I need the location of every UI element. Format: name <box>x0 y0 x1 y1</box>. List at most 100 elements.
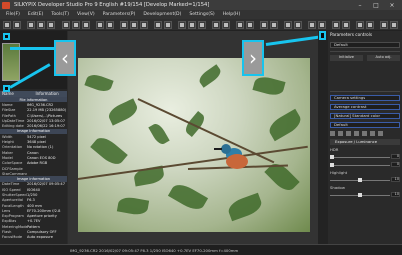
title-bar: SILKYPIX Developer Studio Pro 9 English … <box>0 0 402 10</box>
toolbar-button[interactable] <box>154 21 162 29</box>
next-image-button[interactable]: › <box>242 40 264 76</box>
close-button[interactable]: × <box>384 0 400 10</box>
toolbar-button[interactable] <box>37 21 45 29</box>
info-value: No rotation (1) <box>27 145 54 150</box>
menu-parameters[interactable]: Parameters(P) <box>103 12 136 17</box>
highlight-value[interactable]: 10 <box>391 177 400 182</box>
info-row: ColorSpace Adobe RGB <box>0 161 67 166</box>
hdr-value[interactable]: 0 <box>391 154 400 159</box>
info-value: Compulsory OFF <box>27 230 57 235</box>
shadow-slider[interactable]: 10 <box>330 192 400 198</box>
toolbar-button[interactable] <box>47 21 55 29</box>
menu-view[interactable]: View(V) <box>77 12 95 17</box>
chevron-right-icon: › <box>249 46 257 70</box>
toolbar-button[interactable] <box>342 21 350 29</box>
menu-file[interactable]: File(F) <box>6 12 20 17</box>
sharpness-select[interactable]: Default <box>330 122 400 128</box>
hdr-strength-slider[interactable]: 0 <box>330 162 400 168</box>
camera-settings-select[interactable]: Camera settings <box>330 95 400 101</box>
toolbar-button[interactable] <box>164 21 172 29</box>
toolbar-button[interactable] <box>62 21 70 29</box>
toolbar-button[interactable] <box>96 21 104 29</box>
info-row: Width 5472 pixel <box>0 134 67 139</box>
preset-select[interactable]: Default <box>330 42 400 48</box>
toolbar-button[interactable] <box>294 21 302 29</box>
image-viewer[interactable]: ‹ › <box>54 31 318 244</box>
previous-image-button[interactable]: ‹ <box>54 40 76 76</box>
tool-icon[interactable] <box>362 131 367 136</box>
toolbar-button[interactable] <box>246 21 254 29</box>
highlight-label: Highlight <box>330 170 348 175</box>
minimize-button[interactable]: – <box>352 0 368 10</box>
auto-adjust-button[interactable]: Auto adj. <box>367 55 400 61</box>
info-key: ISO Speed <box>2 187 21 192</box>
info-value: ISO640 <box>27 187 41 192</box>
toolbar-button[interactable] <box>270 21 278 29</box>
info-key: MeteringMode <box>2 224 27 229</box>
exposure-section[interactable]: Exposure / Luminance <box>330 139 400 145</box>
tool-icon[interactable] <box>338 131 343 136</box>
hdr-slider[interactable]: 0 <box>330 154 400 160</box>
info-value: 2016/06/22 16:19:07 <box>27 124 65 129</box>
contrast-select[interactable]: Average contrast <box>330 104 400 110</box>
info-row: FocalLength 400 mm <box>0 203 67 208</box>
menu-settings[interactable]: Settings(S) <box>189 12 214 17</box>
panel-toggle-icon[interactable] <box>319 31 326 40</box>
tool-icon[interactable] <box>370 131 375 136</box>
toolbar-button[interactable] <box>222 21 230 29</box>
toolbar-button[interactable] <box>3 21 11 29</box>
toolbar-button[interactable] <box>178 21 186 29</box>
toolbar-button[interactable] <box>390 21 398 29</box>
toolbar-button[interactable] <box>356 21 364 29</box>
info-row: MeteringMode Pattern <box>0 224 67 229</box>
toolbar-button[interactable] <box>120 21 128 29</box>
maximize-button[interactable]: □ <box>368 0 384 10</box>
chevron-left-icon: ‹ <box>61 46 69 70</box>
info-key: FilePath <box>2 113 16 118</box>
toolbar-button[interactable] <box>130 21 138 29</box>
tool-icon[interactable] <box>378 131 383 136</box>
toolbar-button[interactable] <box>72 21 80 29</box>
toolbar-button[interactable] <box>366 21 374 29</box>
tool-icon[interactable] <box>330 131 335 136</box>
shadow-label: Shadow <box>330 185 345 190</box>
thumbnail-toggle-icon[interactable] <box>3 33 10 40</box>
initialize-button[interactable]: Initialize <box>330 55 363 61</box>
info-row: DateTime 2016/02/07 09:05:47 <box>0 182 67 187</box>
info-table: File information Name IMG_9236.CR2 FileSize… <box>0 97 67 240</box>
tool-icon[interactable] <box>354 131 359 136</box>
toolbar-button[interactable] <box>332 21 340 29</box>
hdr-strength-value[interactable]: 0 <box>391 162 400 167</box>
info-key: FocalLength <box>2 203 24 208</box>
color-select[interactable]: [Natural] Standard color <box>330 113 400 119</box>
toolbar-button[interactable] <box>13 21 21 29</box>
info-row: ISO Speed ISO640 <box>0 187 67 192</box>
toolbar-button[interactable] <box>27 21 35 29</box>
tool-icon[interactable] <box>346 131 351 136</box>
toolbar-button[interactable] <box>82 21 90 29</box>
toolbar-button[interactable] <box>380 21 388 29</box>
toolbar-button[interactable] <box>188 21 196 29</box>
toolbar-button[interactable] <box>260 21 268 29</box>
info-row: ApertureVal F6.3 <box>0 198 67 203</box>
toolbar-button[interactable] <box>308 21 316 29</box>
menu-development[interactable]: Development(D) <box>143 12 181 17</box>
info-key: FocusMode <box>2 235 23 240</box>
info-key: StarCommand <box>2 171 27 176</box>
toolbar-button[interactable] <box>198 21 206 29</box>
toolbar-button[interactable] <box>284 21 292 29</box>
toolbar-button[interactable] <box>212 21 220 29</box>
toolbar-button[interactable] <box>318 21 326 29</box>
menu-help[interactable]: Help(H) <box>223 12 241 17</box>
toolbar-button[interactable] <box>106 21 114 29</box>
shadow-value[interactable]: 10 <box>391 192 400 197</box>
highlight-slider[interactable]: 10 <box>330 177 400 183</box>
toolbar-button[interactable] <box>140 21 148 29</box>
info-value: 1/250 <box>27 192 38 197</box>
toolbar-button[interactable] <box>236 21 244 29</box>
toolbar <box>0 19 402 31</box>
menu-tools[interactable]: Tools(T) <box>51 12 69 17</box>
info-key: UpDateTime <box>2 118 25 123</box>
menu-bar: File(F) Edit(E) Tools(T) View(V) Paramet… <box>0 10 402 19</box>
menu-edit[interactable]: Edit(E) <box>28 12 43 17</box>
